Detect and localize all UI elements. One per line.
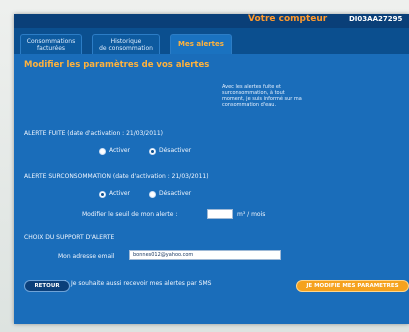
- overuse-alert-label: ALERTE SURCONSOMMATION (date d'activatio…: [24, 173, 209, 180]
- save-settings-button[interactable]: JE MODIFIE MES PARAMETRES: [296, 280, 409, 292]
- email-label: Mon adresse email: [58, 253, 115, 260]
- leak-alert-label: ALERTE FUITE (date d'activation : 21/03/…: [24, 130, 164, 137]
- tab-label-line2: facturées: [36, 45, 66, 52]
- threshold-input[interactable]: [207, 209, 233, 219]
- tab-label: Mes alertes: [178, 40, 224, 48]
- tab-mes-alertes[interactable]: Mes alertes: [170, 34, 232, 54]
- back-button[interactable]: RETOUR: [24, 280, 70, 292]
- meter-id: DI03AA27295: [349, 15, 403, 23]
- info-text: Avec les alertes fuite et surconsommatio…: [222, 84, 302, 108]
- overuse-alert-activate-radio[interactable]: [99, 191, 106, 198]
- tab-label-line2: de consommation: [99, 45, 153, 52]
- tab-consommations-facturees[interactable]: Consommations facturées: [20, 34, 82, 54]
- page-title: Modifier les paramètres de vos alertes: [24, 60, 210, 70]
- leak-alert-deactivate-radio[interactable]: [149, 148, 156, 155]
- tab-label-line1: Historique: [110, 38, 142, 45]
- overuse-alert-activate-label: Activer: [109, 190, 131, 197]
- threshold-label: Modifier le seuil de mon alerte :: [82, 211, 178, 218]
- overuse-alert-deactivate-label: Désactiver: [159, 190, 192, 197]
- threshold-unit: m³ / mois: [237, 211, 266, 218]
- tab-historique-consommation[interactable]: Historique de consommation: [92, 34, 160, 54]
- overuse-alert-deactivate-radio[interactable]: [149, 191, 156, 198]
- sms-label: Je souhaite aussi recevoir mes alertes p…: [71, 280, 212, 287]
- email-field[interactable]: bonnes012@yahoo.com: [129, 250, 281, 260]
- support-label: CHOIX DU SUPPORT D'ALERTE: [24, 234, 115, 241]
- tab-label-line1: Consommations: [26, 38, 76, 45]
- leak-alert-deactivate-label: Désactiver: [159, 147, 192, 154]
- meter-title: Votre compteur: [248, 14, 328, 24]
- leak-alert-activate-radio[interactable]: [99, 148, 106, 155]
- app-window: Votre compteur DI03AA27295 Consommations…: [14, 14, 409, 324]
- top-header: Votre compteur DI03AA27295: [14, 14, 409, 28]
- leak-alert-activate-label: Activer: [109, 147, 131, 154]
